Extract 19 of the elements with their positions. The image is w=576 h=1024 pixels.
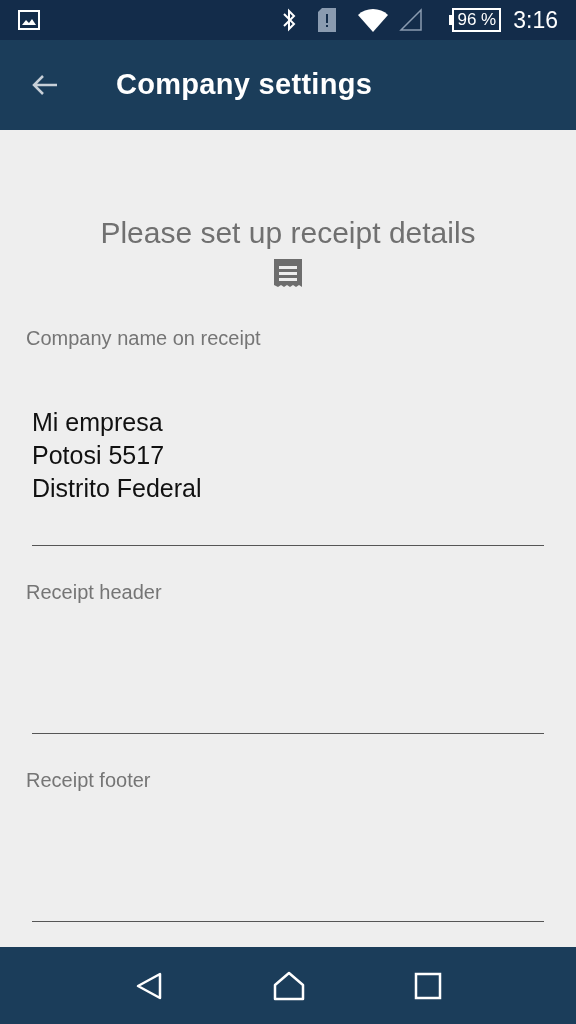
square-icon <box>413 971 442 1000</box>
wifi-icon <box>357 7 390 33</box>
image-icon <box>18 10 40 30</box>
text-field[interactable]: Mi empresa Potosi 5517 Distrito Federal <box>32 350 544 546</box>
sim-card-icon <box>317 7 338 33</box>
screen-title: Company settings <box>116 67 373 103</box>
bluetooth-icon <box>281 8 298 32</box>
recents-button[interactable] <box>413 971 442 1000</box>
clock: 3:16 <box>513 5 558 35</box>
home-button[interactable] <box>273 970 305 1001</box>
back-arrow-icon <box>31 73 59 97</box>
field-label: Receipt header <box>26 580 163 604</box>
home-icon <box>273 970 305 1001</box>
field-label: Company name on receipt <box>26 326 262 350</box>
field-label: Receipt footer <box>26 768 152 792</box>
battery-indicator: 96 % <box>452 8 502 32</box>
signal-icon <box>399 8 424 32</box>
heading: Please set up receipt details <box>100 215 476 251</box>
receipt-icon <box>273 258 303 288</box>
